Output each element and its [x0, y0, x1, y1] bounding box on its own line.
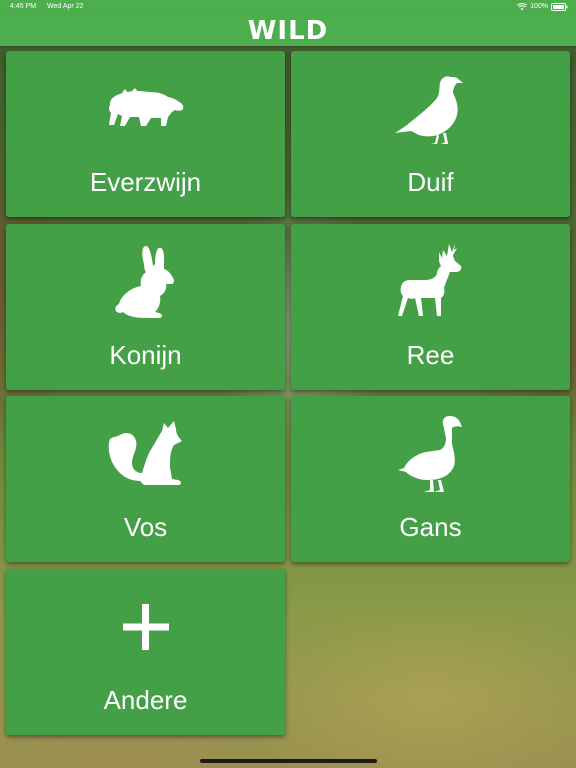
battery-percent: 100%: [530, 3, 548, 10]
pigeon-icon: [291, 69, 570, 149]
status-bar: 4:45 PM Wed Apr 22 100%: [0, 0, 576, 14]
tile-vos[interactable]: Vos: [6, 396, 285, 562]
home-indicator[interactable]: [200, 759, 377, 763]
app-screen: 4:45 PM Wed Apr 22 100% WILD Everzwijn D…: [0, 0, 576, 768]
fox-icon: [6, 414, 285, 494]
tile-andere[interactable]: Andere: [6, 569, 285, 735]
tile-ree[interactable]: Ree: [291, 224, 570, 390]
tile-label: Vos: [123, 512, 168, 542]
tile-label: Everzwijn: [89, 167, 202, 197]
app-title: WILD: [247, 16, 329, 46]
status-date: Wed Apr 22: [47, 3, 84, 10]
wifi-icon: [517, 3, 528, 11]
tile-label: Konijn: [109, 340, 182, 370]
tile-everzwijn[interactable]: Everzwijn: [6, 51, 285, 217]
status-time: 4:45 PM: [10, 3, 37, 10]
status-left: 4:45 PM Wed Apr 22: [10, 0, 92, 14]
battery-icon: [551, 3, 568, 11]
plus-icon: [6, 587, 285, 667]
boar-icon: [6, 69, 285, 149]
goose-icon: [291, 414, 570, 494]
tile-label: Ree: [406, 340, 455, 370]
tile-duif[interactable]: Duif: [291, 51, 570, 217]
deer-icon: [291, 242, 570, 322]
tile-label: Duif: [407, 167, 454, 197]
tile-gans[interactable]: Gans: [291, 396, 570, 562]
tile-konijn[interactable]: Konijn: [6, 224, 285, 390]
navigation-bar: WILD: [0, 14, 576, 46]
tile-label: Andere: [103, 685, 188, 715]
tile-label: Gans: [399, 512, 462, 542]
rabbit-icon: [6, 242, 285, 322]
status-right: 100%: [517, 0, 568, 14]
